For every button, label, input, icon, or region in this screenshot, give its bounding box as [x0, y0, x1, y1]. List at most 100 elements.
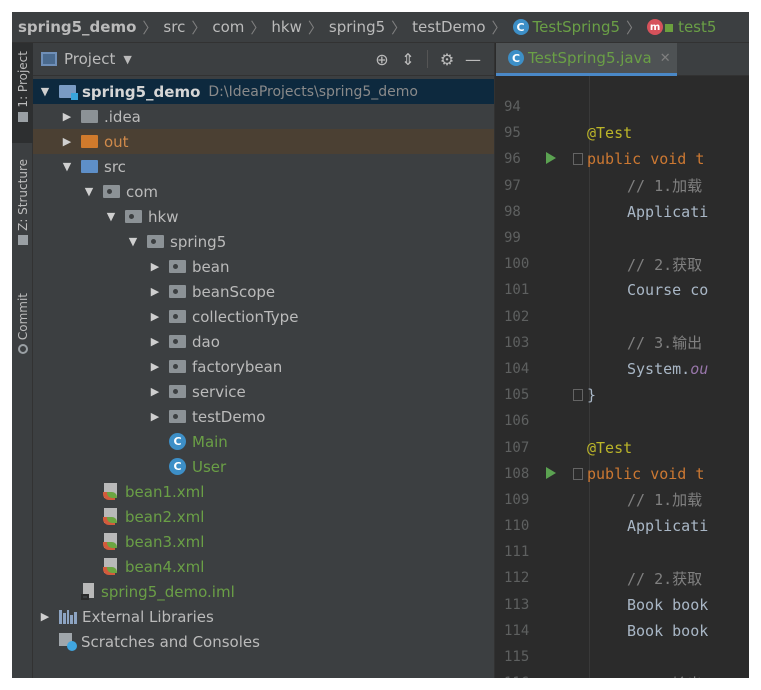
chevron-down-icon[interactable]: ▼ [126, 235, 140, 248]
editor-tab-testspring5[interactable]: C TestSpring5.java ✕ [496, 43, 677, 76]
module-file-icon [81, 583, 95, 600]
chevron-right-icon: 〉 [491, 18, 507, 37]
tree-item-path: D:\IdeaProjects\spring5_demo [208, 83, 418, 100]
gutter [542, 251, 587, 277]
chevron-right-icon: 〉 [191, 18, 207, 37]
tree-row[interactable]: ▶CMain [33, 429, 494, 454]
code-token: Book book [627, 621, 709, 640]
commit-icon [17, 344, 28, 355]
code-token: Course co [627, 281, 709, 300]
tree-row[interactable]: ▶ beanScope [33, 279, 494, 304]
java-class-icon: C [508, 50, 524, 66]
leaf-shape [107, 542, 117, 548]
locate-icon[interactable]: ⊕ [369, 50, 395, 69]
collapse-all-icon[interactable]: ⇕ [395, 50, 421, 69]
tree-row[interactable]: ▶CUser [33, 454, 494, 479]
chevron-right-icon[interactable]: ▶ [60, 135, 74, 148]
gutter [542, 644, 587, 670]
tree-row[interactable]: ▼ hkw [33, 204, 494, 229]
chevron-right-icon[interactable]: ▶ [148, 285, 162, 298]
chevron-down-icon[interactable]: ▼ [123, 53, 131, 66]
code-token: @Test [587, 438, 633, 457]
chevron-right-icon: 〉 [142, 18, 158, 37]
code-text: // 1.加载 [587, 489, 702, 510]
breadcrumb-item[interactable]: spring5 [329, 18, 385, 36]
tree-item-label: Scratches and Consoles [81, 632, 260, 651]
minimize-icon[interactable]: — [460, 50, 486, 69]
tree-row[interactable]: ▶ bean [33, 254, 494, 279]
chevron-down-icon[interactable]: ▼ [38, 85, 52, 98]
tool-tab-project[interactable]: 1: Project [12, 43, 33, 143]
breadcrumb-label: spring5_demo [18, 18, 137, 36]
breadcrumb-item[interactable]: C TestSpring5 [512, 18, 620, 36]
fold-marker-icon[interactable] [573, 153, 583, 166]
chevron-right-icon[interactable]: ▶ [60, 110, 74, 123]
tree-row[interactable]: ▶spring5_demo.iml [33, 579, 494, 604]
breadcrumb-item[interactable]: com [212, 18, 244, 36]
gutter [542, 670, 587, 678]
bar-shape [59, 609, 62, 624]
package-icon [169, 410, 186, 423]
close-icon[interactable]: ✕ [660, 51, 671, 66]
folder-icon [17, 111, 28, 122]
fold-marker-icon[interactable] [573, 389, 583, 402]
chevron-right-icon[interactable]: ▶ [148, 410, 162, 423]
tree-row[interactable]: ▶ .idea [33, 104, 494, 129]
tree-row[interactable]: ▶ dao [33, 329, 494, 354]
tree-row[interactable]: ▼ src [33, 154, 494, 179]
gear-icon[interactable]: ⚙ [434, 50, 460, 69]
code-line: 113 Book book [496, 592, 749, 618]
tree-row[interactable]: ▶ testDemo [33, 404, 494, 429]
spring-xml-icon [103, 533, 119, 550]
tree-item-label: dao [192, 332, 220, 351]
chevron-down-icon[interactable]: ▼ [82, 185, 96, 198]
tree-row[interactable]: ▼ spring5 [33, 229, 494, 254]
gutter [542, 146, 587, 172]
chevron-right-icon[interactable]: ▶ [148, 310, 162, 323]
code-area[interactable]: 94 95 @Test 96 public void t 97 // 1.加载 98 Appli… [496, 94, 749, 678]
tree-row[interactable]: ▶ factorybean [33, 354, 494, 379]
chevron-right-icon[interactable]: ▶ [148, 360, 162, 373]
tree-row[interactable]: ▼ com [33, 179, 494, 204]
block-shape [81, 594, 89, 600]
run-test-icon[interactable] [544, 151, 559, 166]
gutter [542, 461, 587, 487]
tree-row[interactable]: ▶bean2.xml [33, 504, 494, 529]
breadcrumb-item[interactable]: hkw [271, 18, 301, 36]
tree-row[interactable]: ▶ service [33, 379, 494, 404]
play-shape [546, 466, 556, 479]
code-text: // 2.获取 [587, 254, 702, 275]
breadcrumb-item[interactable]: m test5 [647, 18, 716, 36]
tree-item-label: spring5_demo.iml [101, 582, 235, 601]
project-tree: ▼ spring5_demo D:\IdeaProjects\spring5_dem… [33, 79, 494, 654]
chevron-right-icon[interactable]: ▶ [148, 385, 162, 398]
line-number: 111 [504, 544, 530, 561]
tree-row[interactable]: ▶bean4.xml [33, 554, 494, 579]
project-view-title[interactable]: Project [64, 50, 115, 68]
tree-row[interactable]: ▶bean1.xml [33, 479, 494, 504]
breadcrumb-label: com [212, 18, 245, 36]
breadcrumb-item[interactable]: spring5_demo [18, 18, 136, 36]
run-test-icon[interactable] [544, 466, 559, 481]
tree-row[interactable]: ▶ collectionType [33, 304, 494, 329]
tree-row[interactable]: ▶ External Libraries [33, 604, 494, 629]
tool-tab-structure[interactable]: Z: Structure [12, 159, 33, 269]
tree-row[interactable]: ▼ spring5_demo D:\IdeaProjects\spring5_dem… [33, 79, 494, 104]
chevron-right-icon[interactable]: ▶ [38, 610, 52, 623]
chevron-right-icon[interactable]: ▶ [148, 335, 162, 348]
code-line: 98 Applicati [496, 199, 749, 225]
tree-row[interactable]: ▶bean3.xml [33, 529, 494, 554]
breadcrumb-label: src [163, 18, 186, 36]
tree-row[interactable]: ▶ out [33, 129, 494, 154]
breadcrumb-item[interactable]: src [163, 18, 185, 36]
tree-item-label: spring5 [170, 232, 227, 251]
code-line: 115 [496, 644, 749, 670]
chevron-down-icon[interactable]: ▼ [60, 160, 74, 173]
tree-row[interactable]: ▶Scratches and Consoles [33, 629, 494, 654]
tool-tab-commit[interactable]: Commit [12, 293, 33, 363]
line-number: 101 [504, 282, 530, 299]
breadcrumb-item[interactable]: testDemo [412, 18, 485, 36]
chevron-down-icon[interactable]: ▼ [104, 210, 118, 223]
chevron-right-icon[interactable]: ▶ [148, 260, 162, 273]
fold-marker-icon[interactable] [573, 467, 583, 480]
